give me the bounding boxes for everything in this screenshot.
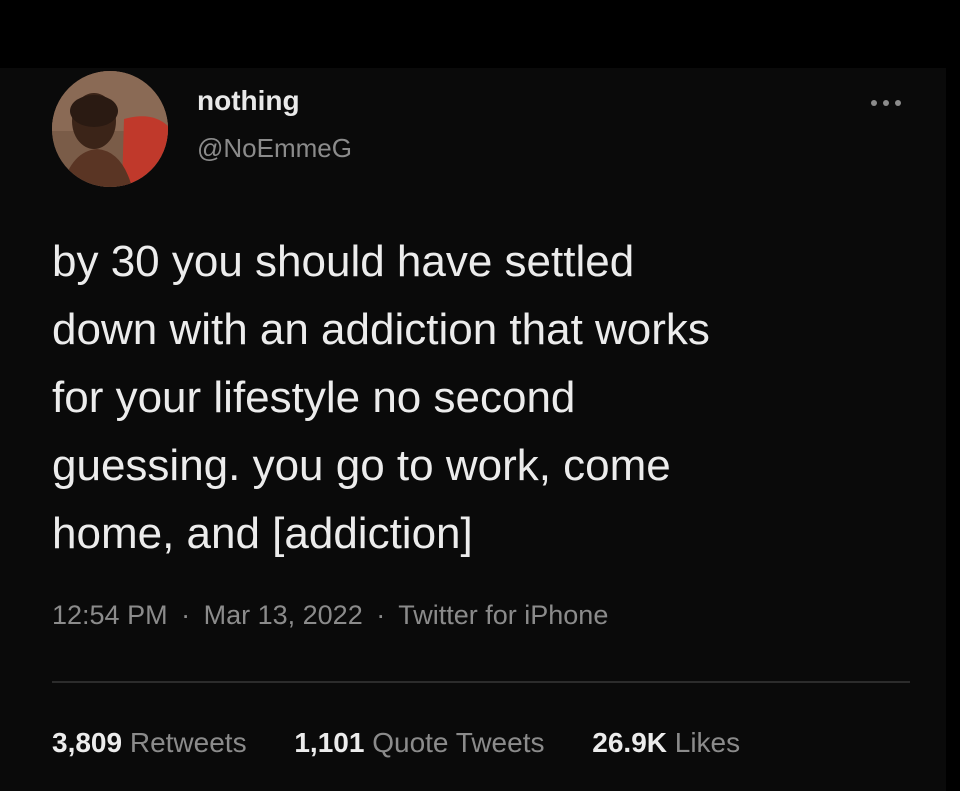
engagement-stats: 3,809 Retweets 1,101 Quote Tweets 26.9K … [52, 727, 740, 759]
top-bar [0, 0, 960, 68]
tweet-time[interactable]: 12:54 PM [52, 600, 168, 630]
quote-tweets-count: 1,101 [294, 727, 365, 758]
likes-label: Likes [674, 727, 741, 758]
divider [52, 681, 910, 683]
quote-tweets-stat[interactable]: 1,101 Quote Tweets [294, 727, 544, 758]
retweets-stat[interactable]: 3,809 Retweets [52, 727, 247, 758]
tweet-date[interactable]: Mar 13, 2022 [204, 600, 363, 630]
more-dots-icon [871, 100, 877, 106]
retweets-label: Retweets [129, 727, 247, 758]
user-handle[interactable]: @NoEmmeG [197, 133, 352, 164]
meta-separator: · [376, 600, 386, 630]
more-dots-icon [883, 100, 889, 106]
tweet-text: by 30 you should have settled down with … [52, 237, 710, 558]
screenshot-page: nothing @NoEmmeG by 30 you should have s… [0, 0, 960, 791]
likes-count: 26.9K [592, 727, 667, 758]
tweet-source[interactable]: Twitter for iPhone [398, 600, 608, 630]
retweets-count: 3,809 [52, 727, 123, 758]
meta-separator: · [181, 600, 191, 630]
avatar[interactable] [52, 71, 168, 187]
more-options-button[interactable] [862, 88, 910, 118]
more-dots-icon [895, 100, 901, 106]
likes-stat[interactable]: 26.9K Likes [592, 727, 740, 758]
avatar-image [52, 71, 168, 187]
display-name[interactable]: nothing [197, 85, 300, 117]
quote-tweets-label: Quote Tweets [372, 727, 545, 758]
tweet-meta: 12:54 PM · Mar 13, 2022 · Twitter for iP… [52, 600, 608, 631]
